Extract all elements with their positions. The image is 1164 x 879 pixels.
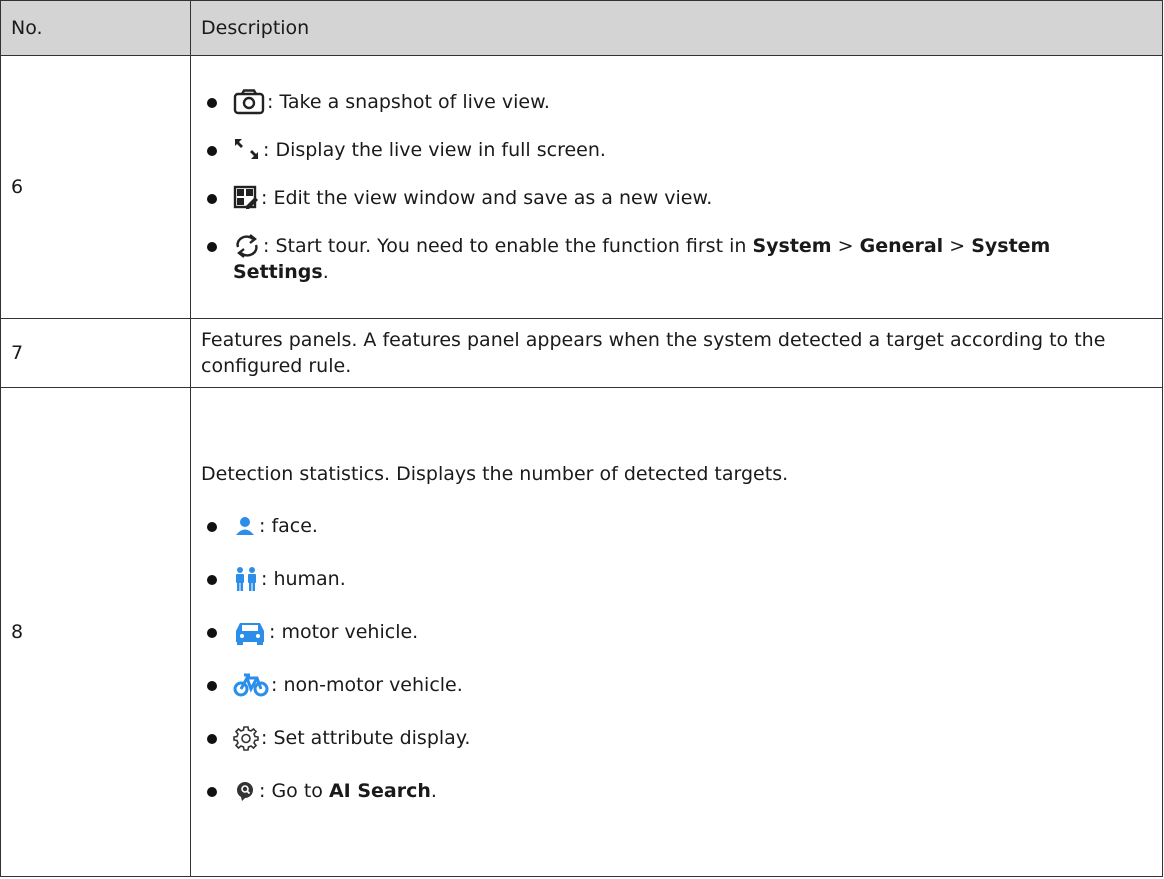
- non-motor-vehicle-icon: [233, 672, 269, 698]
- bullet-dot: [207, 194, 217, 204]
- bullet-list: : Take a snapshot of live view. : Displa…: [201, 89, 1152, 285]
- menu-path-general: General: [859, 235, 944, 257]
- path-separator: >: [943, 235, 972, 257]
- bullet-dot: [207, 627, 217, 638]
- header-no: No.: [0, 0, 191, 56]
- header-description: Description: [190, 0, 1163, 56]
- menu-path-ai-search: AI Search: [328, 779, 431, 802]
- table-row: 8 Detection statistics. Displays the num…: [0, 387, 1163, 877]
- menu-path-system: System: [752, 235, 832, 257]
- list-item-text: : non-motor vehicle.: [271, 673, 463, 696]
- gear-icon: [233, 725, 259, 751]
- table-header-row: No. Description: [0, 0, 1163, 56]
- list-item: : motor vehicle.: [201, 619, 1152, 645]
- bullet-dot: [207, 680, 217, 691]
- camera-snapshot-icon: [233, 89, 265, 115]
- bullet-dot: [207, 146, 217, 156]
- face-icon: [233, 515, 257, 539]
- row-intro-text: Detection statistics. Displays the numbe…: [201, 462, 789, 485]
- list-item-text: : face.: [259, 514, 318, 537]
- list-item: : face.: [201, 513, 1152, 539]
- bullet-dot: [207, 733, 217, 744]
- motor-vehicle-icon: [233, 621, 267, 645]
- list-item: : Take a snapshot of live view.: [201, 89, 1152, 115]
- row-number: 8: [0, 387, 191, 877]
- list-item: : Display the live view in full screen.: [201, 137, 1152, 163]
- bullet-dot: [207, 574, 217, 585]
- list-item: : Edit the view window and save as a new…: [201, 185, 1152, 211]
- sentence-end: .: [430, 779, 437, 802]
- list-item: : Set attribute display.: [201, 725, 1152, 751]
- list-item-text: : Take a snapshot of live view.: [267, 91, 550, 113]
- row-number: 6: [0, 55, 191, 319]
- table-row: 7 Features panels. A features panel appe…: [0, 318, 1163, 388]
- path-separator: >: [831, 235, 860, 257]
- edit-view-window-icon: [233, 185, 259, 211]
- bullet-dot: [207, 98, 217, 108]
- bullet-dot: [207, 786, 217, 797]
- list-item: : human.: [201, 566, 1152, 592]
- bullet-dot: [207, 242, 217, 252]
- sentence-end: .: [322, 261, 329, 283]
- table-row: 6 : Take a snapshot of live view. : Disp…: [0, 55, 1163, 319]
- list-item-text: : Set attribute display.: [261, 726, 471, 749]
- human-icon: [233, 566, 259, 592]
- row-description: Features panels. A features panel appear…: [190, 318, 1163, 388]
- bullet-list: : face. : human. : motor vehicle.: non-…: [201, 513, 1152, 804]
- list-item-text: : Start tour. You need to enable the fun…: [263, 235, 753, 257]
- row-number: 7: [0, 318, 191, 388]
- tour-refresh-icon: [233, 233, 261, 259]
- list-item-text: : Edit the view window and save as a new…: [261, 187, 713, 209]
- list-item-text: : Go to: [259, 779, 329, 802]
- description-table: No. Description 6 : Take a snapshot of l…: [0, 0, 1163, 877]
- list-item-text: : Display the live view in full screen.: [263, 139, 606, 161]
- fullscreen-icon: [233, 137, 261, 163]
- row-description: : Take a snapshot of live view. : Displa…: [190, 55, 1163, 319]
- list-item: : Go to AI Search.: [201, 778, 1152, 804]
- list-item: : Start tour. You need to enable the fun…: [201, 233, 1152, 285]
- ai-search-icon: [233, 780, 257, 804]
- list-item-text: : motor vehicle.: [269, 620, 419, 643]
- row-description: Detection statistics. Displays the numbe…: [190, 387, 1163, 877]
- list-item-text: : human.: [261, 567, 346, 590]
- list-item: : non-motor vehicle.: [201, 672, 1152, 698]
- bullet-dot: [207, 521, 217, 532]
